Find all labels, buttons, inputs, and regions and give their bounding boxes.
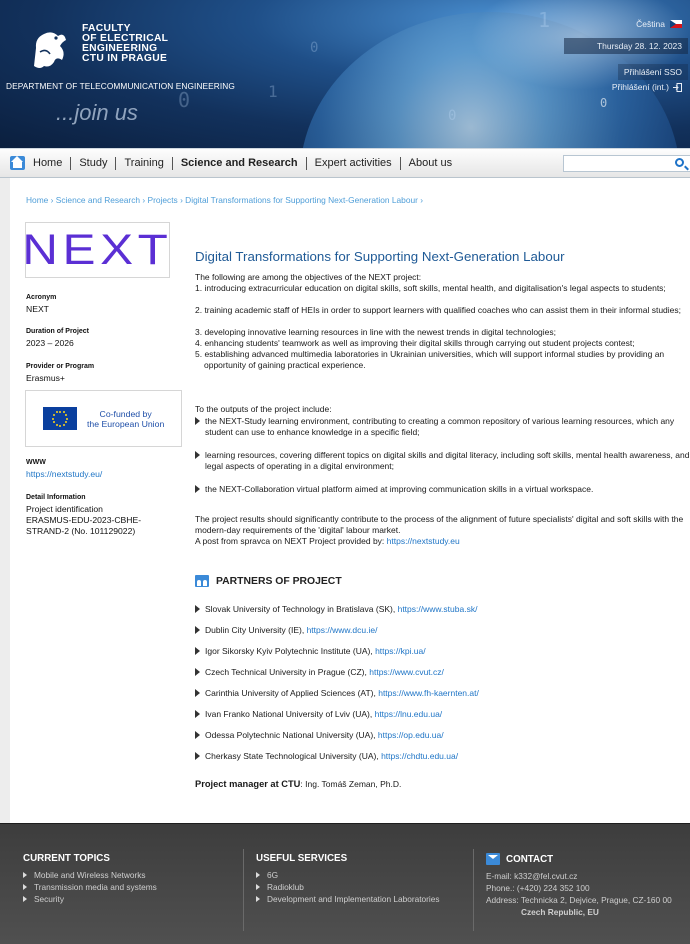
slogan: ...join us	[56, 100, 138, 125]
nav-home[interactable]: Home	[25, 156, 72, 170]
project-manager: Project manager at CTU: Ing. Tomáš Zeman…	[195, 779, 402, 789]
main-navigation: Home Study Training Science and Research…	[0, 148, 690, 178]
site-header: 1 0 0 1 0 0 FACULTY OF ELECTRICAL ENGINE…	[0, 0, 690, 148]
partner-item: Slovak University of Technology in Brati…	[195, 604, 690, 615]
bullet-icon	[195, 417, 200, 425]
mail-icon	[486, 853, 500, 865]
footer-link[interactable]: Development and Implementation Laborator…	[256, 893, 440, 905]
current-date: Thursday 28. 12. 2023	[564, 38, 688, 54]
contact-country: Czech Republic, EU	[521, 907, 599, 917]
eu-star	[55, 411, 58, 414]
nav-training[interactable]: Training	[116, 156, 173, 170]
eu-star	[62, 411, 65, 414]
source-link[interactable]: https://nextstudy.eu	[387, 536, 460, 546]
partner-item: Odessa Polytechnic National University (…	[195, 730, 690, 741]
department-name: DEPARTMENT OF TELECOMMUNICATION ENGINEER…	[6, 81, 235, 91]
eu-star	[59, 424, 61, 427]
eu-star	[52, 417, 54, 420]
site-footer: CURRENT TOPICS Mobile and Wireless Netwo…	[0, 823, 690, 944]
output-item: the NEXT-Study learning environment, con…	[195, 416, 690, 438]
partners-heading: PARTNERS OF PROJECT	[195, 575, 342, 587]
partner-item: Dublin City University (IE), https://www…	[195, 625, 690, 636]
footer-useful-services: USEFUL SERVICES 6G Radioklub Development…	[256, 853, 440, 905]
home-icon[interactable]	[10, 156, 25, 170]
nav-expert-activities[interactable]: Expert activities	[307, 156, 401, 170]
partner-item: Czech Technical University in Prague (CZ…	[195, 667, 690, 678]
eu-star	[66, 417, 68, 420]
eu-star	[55, 423, 58, 426]
nav-science-and-research[interactable]: Science and Research	[173, 156, 307, 170]
footer-link[interactable]: Security	[23, 893, 157, 905]
eu-cofunded-badge: Co-funded by the European Union	[25, 390, 182, 447]
footer-link[interactable]: Mobile and Wireless Networks	[23, 869, 157, 881]
acronym-block: Acronym NEXT	[26, 294, 57, 314]
partner-item: Igor Sikorsky Kyiv Polytechnic Institute…	[195, 646, 690, 657]
contact-phone: Phone.: (+420) 224 352 100	[486, 883, 590, 893]
login-icon	[673, 82, 682, 92]
footer-link[interactable]: 6G	[256, 869, 440, 881]
footer-current-topics: CURRENT TOPICS Mobile and Wireless Netwo…	[23, 853, 157, 905]
faculty-name[interactable]: FACULTY OF ELECTRICAL ENGINEERING CTU IN…	[82, 23, 168, 64]
breadcrumb[interactable]: Home › Science and Research › Projects ›…	[26, 195, 423, 205]
login-internal-link[interactable]: Přihlášení (int.)	[606, 79, 688, 95]
eu-star	[65, 421, 68, 423]
login-sso-link[interactable]: Přihlášení SSO	[617, 64, 688, 80]
language-switch[interactable]: Čeština	[630, 16, 688, 32]
czech-flag-icon	[670, 20, 682, 28]
nav-study[interactable]: Study	[71, 156, 117, 170]
contact-email[interactable]: E-mail: k332@fel.cvut.cz	[486, 870, 672, 882]
objective-item: 3. developing innovative learning resour…	[195, 327, 556, 337]
search-icon[interactable]	[675, 158, 684, 167]
objective-item: 1. introducing extracurricular education…	[195, 283, 666, 293]
footer-link[interactable]: Radioklub	[256, 881, 440, 893]
bullet-icon	[195, 451, 200, 459]
bullet-icon	[195, 485, 200, 493]
objective-item: 2. training academic staff of HEIs in or…	[195, 305, 681, 315]
team-icon	[195, 575, 209, 587]
objective-item: 4. enhancing students' teamwork as well …	[195, 338, 635, 348]
nav-about-us[interactable]: About us	[401, 157, 460, 170]
page-title: Digital Transformations for Supporting N…	[195, 249, 565, 264]
eu-star	[59, 410, 61, 413]
www-block: WWW https://nextstudy.eu/	[26, 459, 103, 480]
content-area: Home › Science and Research › Projects ›…	[10, 178, 690, 823]
detail-block: Detail Information Project identificatio…	[26, 494, 142, 536]
eu-star	[52, 421, 55, 423]
provider-block: Provider or Program Erasmus+	[26, 363, 95, 383]
partner-item: Carinthia University of Applied Sciences…	[195, 688, 690, 699]
duration-block: Duration of Project 2023 – 2026	[26, 328, 90, 348]
eu-star	[62, 423, 65, 426]
output-item: the NEXT-Collaboration virtual platform …	[195, 484, 690, 495]
search-input[interactable]	[563, 155, 690, 172]
project-website-link[interactable]: https://nextstudy.eu/	[26, 469, 102, 480]
contact-address: Address: Technicka 2, Dejvice, Prague, C…	[486, 895, 672, 905]
footer-contact: CONTACT E-mail: k332@fel.cvut.cz Phone.:…	[486, 853, 672, 917]
eu-star	[65, 414, 68, 416]
eu-flag-icon	[43, 407, 77, 430]
objective-item: 5. establishing advanced multimedia labo…	[195, 349, 665, 370]
project-logo: NEXT	[22, 222, 170, 278]
eu-star	[52, 414, 55, 416]
partner-item: Cherkasy State Technological University …	[195, 751, 690, 762]
partner-item: Ivan Franko National University of Lviv …	[195, 709, 690, 720]
footer-link[interactable]: Transmission media and systems	[23, 881, 157, 893]
output-item: learning resources, covering different t…	[195, 450, 690, 472]
ctu-lion-logo-icon[interactable]	[26, 26, 72, 72]
